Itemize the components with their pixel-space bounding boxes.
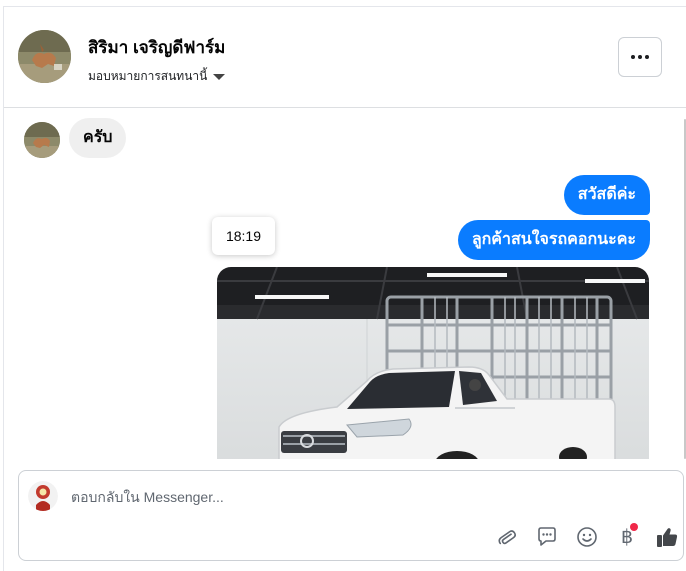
- message-photo[interactable]: [217, 267, 649, 459]
- paperclip-icon: [498, 530, 516, 545]
- reply-composer: ฿: [18, 470, 684, 561]
- attach-button[interactable]: [487, 523, 527, 551]
- reply-input[interactable]: [71, 485, 631, 509]
- composer-toolbar: ฿: [487, 523, 686, 551]
- conversation-panel: สิริมา เจริญดีฟาร์ม มอบหมายการสนทนานี้ ค…: [3, 6, 686, 571]
- incoming-message-bubble[interactable]: ครับ: [69, 118, 127, 158]
- outgoing-message-bubble[interactable]: ลูกค้าสนใจรถคอกนะคะ: [457, 220, 650, 260]
- smiley-icon: [577, 527, 597, 547]
- contact-avatar[interactable]: [18, 30, 71, 83]
- emoji-button[interactable]: [567, 523, 607, 551]
- caret-down-icon: [213, 74, 226, 80]
- more-options-button[interactable]: [618, 37, 662, 77]
- like-icon: [657, 528, 678, 547]
- more-options-icon: [631, 55, 635, 59]
- contact-name[interactable]: สิริมา เจริญดีฟาร์ม: [88, 34, 225, 61]
- more-options-dot: [645, 55, 649, 59]
- like-button[interactable]: [647, 523, 686, 551]
- timestamp-tooltip: 18:19: [212, 217, 275, 255]
- assign-conversation-dropdown[interactable]: มอบหมายการสนทนานี้: [88, 67, 226, 86]
- sender-avatar: [24, 122, 60, 158]
- saved-replies-button[interactable]: [527, 523, 567, 551]
- assign-label: มอบหมายการสนทนานี้: [88, 69, 208, 83]
- outgoing-message-bubble[interactable]: สวัสดีค่ะ: [563, 175, 650, 215]
- more-options-dot: [638, 55, 642, 59]
- payment-button[interactable]: ฿: [607, 523, 647, 551]
- message-thread[interactable]: ครับ สวัสดีค่ะ ลูกค้าสนใจรถคอกนะคะ 18:19: [4, 109, 686, 459]
- comment-icon: [538, 527, 556, 546]
- page-avatar: [28, 481, 58, 511]
- notification-dot: [630, 523, 638, 531]
- conversation-header: สิริมา เจริญดีฟาร์ม มอบหมายการสนทนานี้: [4, 7, 686, 108]
